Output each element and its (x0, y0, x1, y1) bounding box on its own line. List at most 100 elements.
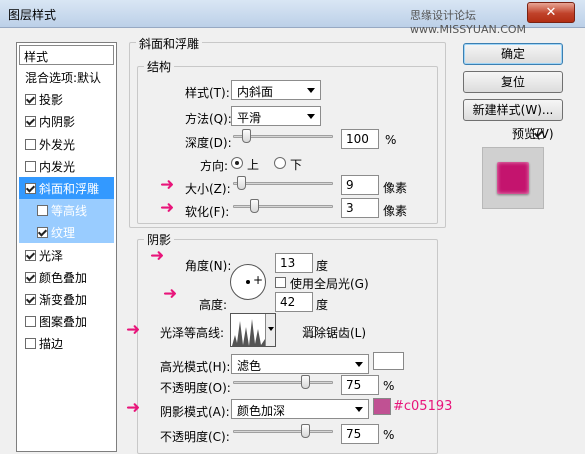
style-item-checkbox[interactable] (25, 116, 36, 128)
new-style-button[interactable]: 新建样式(W)... (463, 99, 563, 121)
style-list-item[interactable]: 投影 (19, 88, 114, 110)
shadow-mode-label: 阴影模式(A): (160, 405, 230, 419)
depth-unit: % (385, 133, 397, 147)
highlight-opacity-input[interactable]: 75 (341, 375, 379, 395)
close-button[interactable]: ✕ (527, 2, 575, 23)
style-item-checkbox[interactable] (25, 271, 36, 283)
style-list-item[interactable]: 内阴影 (19, 110, 114, 132)
direction-label: 方向: (200, 159, 229, 173)
shadow-opacity-input[interactable]: 75 (341, 424, 379, 444)
highlight-color-swatch[interactable] (373, 352, 404, 370)
direction-down-radio[interactable] (274, 157, 286, 169)
style-item-checkbox[interactable] (25, 94, 36, 106)
size-input[interactable]: 9 (341, 175, 379, 195)
title-bar: 图层样式 思缘设计论坛 www.MISSYUAN.COM ✕ (0, 0, 585, 36)
style-list-item[interactable]: 图案叠加 (19, 310, 114, 332)
soften-slider[interactable] (233, 199, 333, 215)
style-item-checkbox[interactable] (25, 160, 36, 172)
style-item-label: 描边 (39, 337, 64, 352)
style-item-checkbox[interactable] (25, 294, 36, 305)
preview-swatch (497, 162, 529, 194)
highlight-opacity-slider[interactable] (233, 375, 333, 391)
shadow-color-annotation: #c05193 (393, 399, 453, 414)
style-item-checkbox[interactable] (25, 316, 36, 328)
style-list: 样式 混合选项:默认投影内阴影外发光内发光斜面和浮雕等高线纹理光泽颜色叠加渐变叠… (16, 42, 117, 452)
preview-thumbnail (482, 147, 544, 209)
gloss-contour-icon (232, 315, 265, 347)
global-light-checkbox[interactable] (275, 277, 286, 288)
style-item-label: 内发光 (39, 159, 76, 174)
size-slider-thumb[interactable] (237, 176, 246, 190)
style-list-item[interactable]: 内发光 (19, 155, 114, 177)
method-select[interactable]: 平滑 (231, 106, 321, 126)
size-slider[interactable] (233, 176, 333, 192)
highlight-opacity-thumb[interactable] (301, 375, 310, 389)
style-list-header[interactable]: 样式 (19, 45, 114, 65)
shadow-opacity-thumb[interactable] (301, 424, 310, 438)
crosshair-icon: + (253, 273, 264, 287)
style-list-item[interactable]: 渐变叠加 (19, 288, 114, 310)
style-label: 样式(T): (185, 86, 230, 100)
gloss-contour-picker[interactable] (230, 313, 276, 347)
depth-label: 深度(D): (185, 136, 232, 150)
direction-down-label: 下 (290, 158, 303, 172)
close-icon: ✕ (545, 5, 557, 20)
reset-button[interactable]: 复位 (463, 71, 563, 93)
angle-arrow-icon: ➜ (150, 246, 165, 266)
soften-slider-thumb[interactable] (250, 199, 259, 213)
style-list-item[interactable]: 斜面和浮雕 (19, 177, 114, 199)
soften-input[interactable]: 3 (341, 198, 379, 218)
depth-slider[interactable] (233, 129, 333, 145)
style-item-checkbox[interactable] (25, 338, 36, 350)
highlight-mode-label: 高光模式(H): (160, 360, 231, 374)
depth-slider-thumb[interactable] (242, 129, 251, 143)
shadow-color-swatch[interactable] (373, 398, 391, 415)
style-item-label: 渐变叠加 (39, 293, 88, 307)
style-item-label: 光泽 (39, 248, 64, 263)
style-item-label: 斜面和浮雕 (39, 182, 100, 196)
style-item-checkbox[interactable] (25, 138, 36, 150)
soften-unit: 像素 (383, 204, 408, 218)
antialias-label: 消除锯齿(L) (302, 326, 367, 340)
angle-dial-center (246, 280, 250, 284)
altitude-input[interactable]: 42 (275, 292, 313, 312)
gloss-contour-dropdown[interactable] (265, 314, 275, 346)
style-list-item[interactable]: 颜色叠加 (19, 266, 114, 288)
highlight-mode-select[interactable]: 滤色 (231, 354, 369, 374)
style-item-label: 投影 (39, 93, 64, 108)
style-item-label: 颜色叠加 (39, 270, 88, 285)
style-item-label: 纹理 (51, 226, 76, 241)
shadow-opacity-unit: % (383, 428, 395, 442)
style-item-checkbox[interactable] (37, 227, 48, 239)
soften-arrow-icon: ➜ (160, 198, 175, 218)
style-list-item[interactable]: 等高线 (19, 199, 114, 222)
preview-label: 预览(V) (512, 127, 554, 141)
style-item-label: 外发光 (39, 137, 76, 152)
style-list-item[interactable]: 混合选项:默认 (19, 66, 114, 88)
size-label: 大小(Z): (185, 182, 231, 196)
shadow-mode-select[interactable]: 颜色加深 (231, 399, 369, 419)
ok-button[interactable]: 确定 (463, 43, 563, 65)
direction-up-radio[interactable] (231, 157, 243, 169)
style-item-checkbox[interactable] (25, 249, 36, 261)
style-list-item[interactable]: 光泽 (19, 244, 114, 266)
angle-input[interactable]: 13 (275, 253, 313, 273)
highlight-opacity-unit: % (383, 379, 395, 393)
style-list-item[interactable]: 外发光 (19, 133, 114, 155)
chevron-down-icon (268, 327, 274, 331)
style-select[interactable]: 内斜面 (231, 80, 321, 100)
shadow-opacity-slider[interactable] (233, 424, 333, 440)
soften-label: 软化(F): (185, 205, 230, 219)
style-list-item[interactable]: 描边 (19, 332, 114, 354)
style-item-label: 图案叠加 (39, 315, 88, 330)
angle-dial[interactable]: + (230, 264, 266, 300)
style-item-checkbox[interactable] (25, 183, 36, 194)
gloss-contour-label: 光泽等高线: (160, 326, 225, 340)
style-item-label: 等高线 (51, 204, 88, 219)
style-list-item[interactable]: 纹理 (19, 221, 114, 244)
shadow-opacity-label: 不透明度(C): (160, 430, 230, 444)
global-light-label: 使用全局光(G) (290, 277, 369, 291)
style-item-checkbox[interactable] (37, 205, 48, 217)
depth-input[interactable]: 100 (341, 129, 379, 149)
bevel-section-title: 斜面和浮雕 (136, 35, 203, 52)
